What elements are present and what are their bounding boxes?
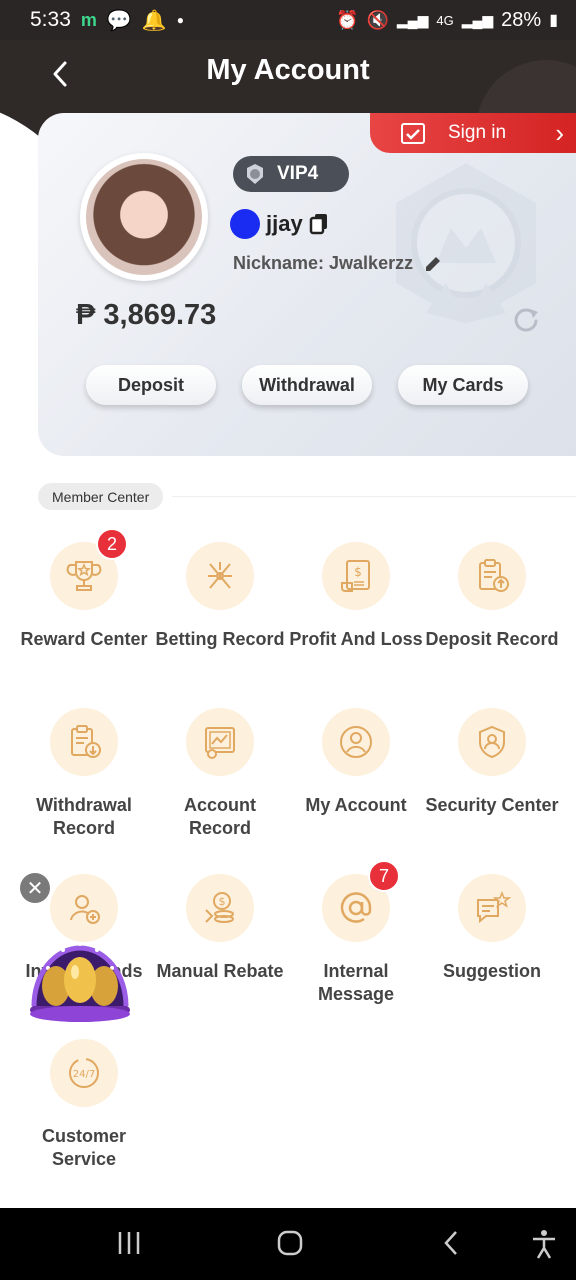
withdrawal-record-item[interactable]: Withdrawal Record bbox=[16, 708, 152, 840]
recent-apps-icon[interactable] bbox=[116, 1228, 142, 1258]
internal-message-item[interactable]: 7 Internal Message bbox=[288, 860, 424, 1006]
profit-and-loss-label: Profit And Loss bbox=[289, 629, 423, 649]
alarm-icon: ⏰ bbox=[336, 9, 359, 30]
at-icon bbox=[340, 892, 372, 923]
sign-in-button[interactable]: Sign in › bbox=[370, 113, 576, 153]
golden-eggs-promo-icon[interactable] bbox=[28, 928, 132, 1024]
suggestion-label: Suggestion bbox=[443, 961, 541, 981]
reward-badge: 2 bbox=[96, 528, 128, 560]
status-bar: 5:33 m 💬 🔔 ● ⏰ 🔇 ▂▄▆ 4G ▂▄▆ 28% ▮ bbox=[0, 0, 576, 40]
bell-notification-icon: 🔔 bbox=[141, 9, 167, 32]
trophy-icon bbox=[66, 561, 102, 591]
more-dot-icon: ● bbox=[176, 13, 184, 27]
message-badge: 7 bbox=[368, 860, 400, 892]
security-center-label: Security Center bbox=[425, 795, 559, 815]
account-record-item[interactable]: Account Record bbox=[152, 708, 288, 840]
coins-icon: $ bbox=[205, 892, 234, 923]
edit-pencil-icon[interactable] bbox=[423, 254, 443, 274]
signal2-icon: ▂▄▆ bbox=[461, 11, 494, 28]
member-center-title: Member Center bbox=[38, 483, 164, 510]
betting-record-label: Betting Record bbox=[155, 629, 285, 649]
reward-center-label: Reward Center bbox=[20, 629, 148, 649]
refresh-icon[interactable] bbox=[512, 305, 540, 333]
username: jjay bbox=[266, 211, 303, 236]
my-account-item[interactable]: My Account bbox=[288, 708, 424, 817]
internal-message-label: Internal Message bbox=[317, 961, 395, 1004]
manual-rebate-item[interactable]: $ Manual Rebate bbox=[152, 874, 288, 983]
calendar-check-icon bbox=[401, 123, 425, 144]
avatar-image bbox=[86, 159, 202, 275]
mute-icon: 🔇 bbox=[366, 9, 389, 30]
username-row: jjay bbox=[230, 209, 329, 239]
clipboard-upload-icon bbox=[479, 559, 509, 592]
chat-star-icon bbox=[477, 890, 512, 924]
reward-center-item[interactable]: 2 Reward Center bbox=[16, 528, 152, 651]
close-icon: ✕ bbox=[26, 877, 44, 900]
svg-text:24/7: 24/7 bbox=[73, 1069, 95, 1080]
deposit-button[interactable]: Deposit bbox=[86, 365, 216, 405]
close-float-button[interactable]: ✕ bbox=[20, 873, 50, 903]
battery-percent: 28% bbox=[501, 8, 542, 31]
battery-icon: ▮ bbox=[549, 12, 558, 29]
withdrawal-label: Withdrawal bbox=[259, 374, 355, 395]
my-cards-label: My Cards bbox=[422, 374, 504, 395]
network-label: 4G bbox=[436, 12, 454, 28]
account-record-label: Account Record bbox=[184, 795, 256, 838]
my-cards-button[interactable]: My Cards bbox=[398, 365, 528, 405]
support-247-icon: 24/7 bbox=[69, 1058, 99, 1088]
betting-icon bbox=[208, 562, 232, 589]
my-account-label: My Account bbox=[305, 795, 407, 815]
svg-text:$: $ bbox=[219, 895, 226, 908]
accessibility-icon[interactable] bbox=[530, 1228, 558, 1260]
copy-icon[interactable] bbox=[309, 213, 329, 235]
nickname-row: Nickname: Jwalkerzz bbox=[233, 253, 443, 274]
receipt-icon: $ bbox=[341, 560, 370, 592]
customer-service-item[interactable]: 24/7 Customer Service bbox=[16, 1039, 152, 1171]
vip-badge[interactable]: VIP4 bbox=[233, 156, 349, 192]
user-add-icon bbox=[70, 895, 100, 924]
page-title: My Account bbox=[206, 54, 370, 86]
clipboard-download-icon bbox=[71, 725, 101, 758]
customer-service-label: Customer Service bbox=[41, 1126, 126, 1169]
app-notification-icon: m bbox=[80, 9, 97, 30]
system-nav-bar bbox=[0, 1208, 576, 1280]
balance-amount: ₱ 3,869.73 bbox=[76, 299, 217, 331]
suggestion-item[interactable]: Suggestion bbox=[424, 874, 560, 983]
profit-and-loss-item[interactable]: $ Profit And Loss bbox=[288, 542, 424, 651]
shield-user-icon bbox=[479, 725, 505, 759]
security-center-item[interactable]: Security Center bbox=[424, 708, 560, 817]
deposit-label: Deposit bbox=[117, 374, 184, 395]
deposit-record-label: Deposit Record bbox=[425, 629, 559, 649]
avatar[interactable] bbox=[80, 153, 208, 281]
withdrawal-record-label: Withdrawal Record bbox=[36, 795, 132, 838]
deposit-record-item[interactable]: Deposit Record bbox=[424, 542, 560, 651]
svg-text:$: $ bbox=[354, 565, 362, 579]
home-icon[interactable] bbox=[276, 1228, 304, 1258]
divider bbox=[172, 496, 576, 497]
redaction-dot bbox=[230, 209, 260, 239]
user-circle-icon bbox=[340, 726, 372, 758]
system-back-icon[interactable] bbox=[440, 1228, 464, 1258]
withdrawal-button[interactable]: Withdrawal bbox=[242, 365, 372, 405]
status-time: 5:33 bbox=[30, 8, 71, 31]
monitor-chart-icon bbox=[205, 727, 235, 759]
manual-rebate-label: Manual Rebate bbox=[156, 961, 284, 981]
vip-label: VIP4 bbox=[277, 163, 319, 184]
chat-notification-icon: 💬 bbox=[106, 9, 132, 32]
nickname: Nickname: Jwalkerzz bbox=[233, 253, 414, 273]
betting-record-item[interactable]: Betting Record bbox=[152, 542, 288, 651]
sign-in-label: Sign in bbox=[448, 122, 507, 143]
signal-icon: ▂▄▆ bbox=[396, 11, 429, 28]
account-card: Sign in › VIP4 jjay Nickname: Jwalkerzz … bbox=[38, 113, 576, 456]
vip-medal-icon bbox=[247, 164, 263, 184]
chevron-right-icon: › bbox=[555, 117, 564, 148]
